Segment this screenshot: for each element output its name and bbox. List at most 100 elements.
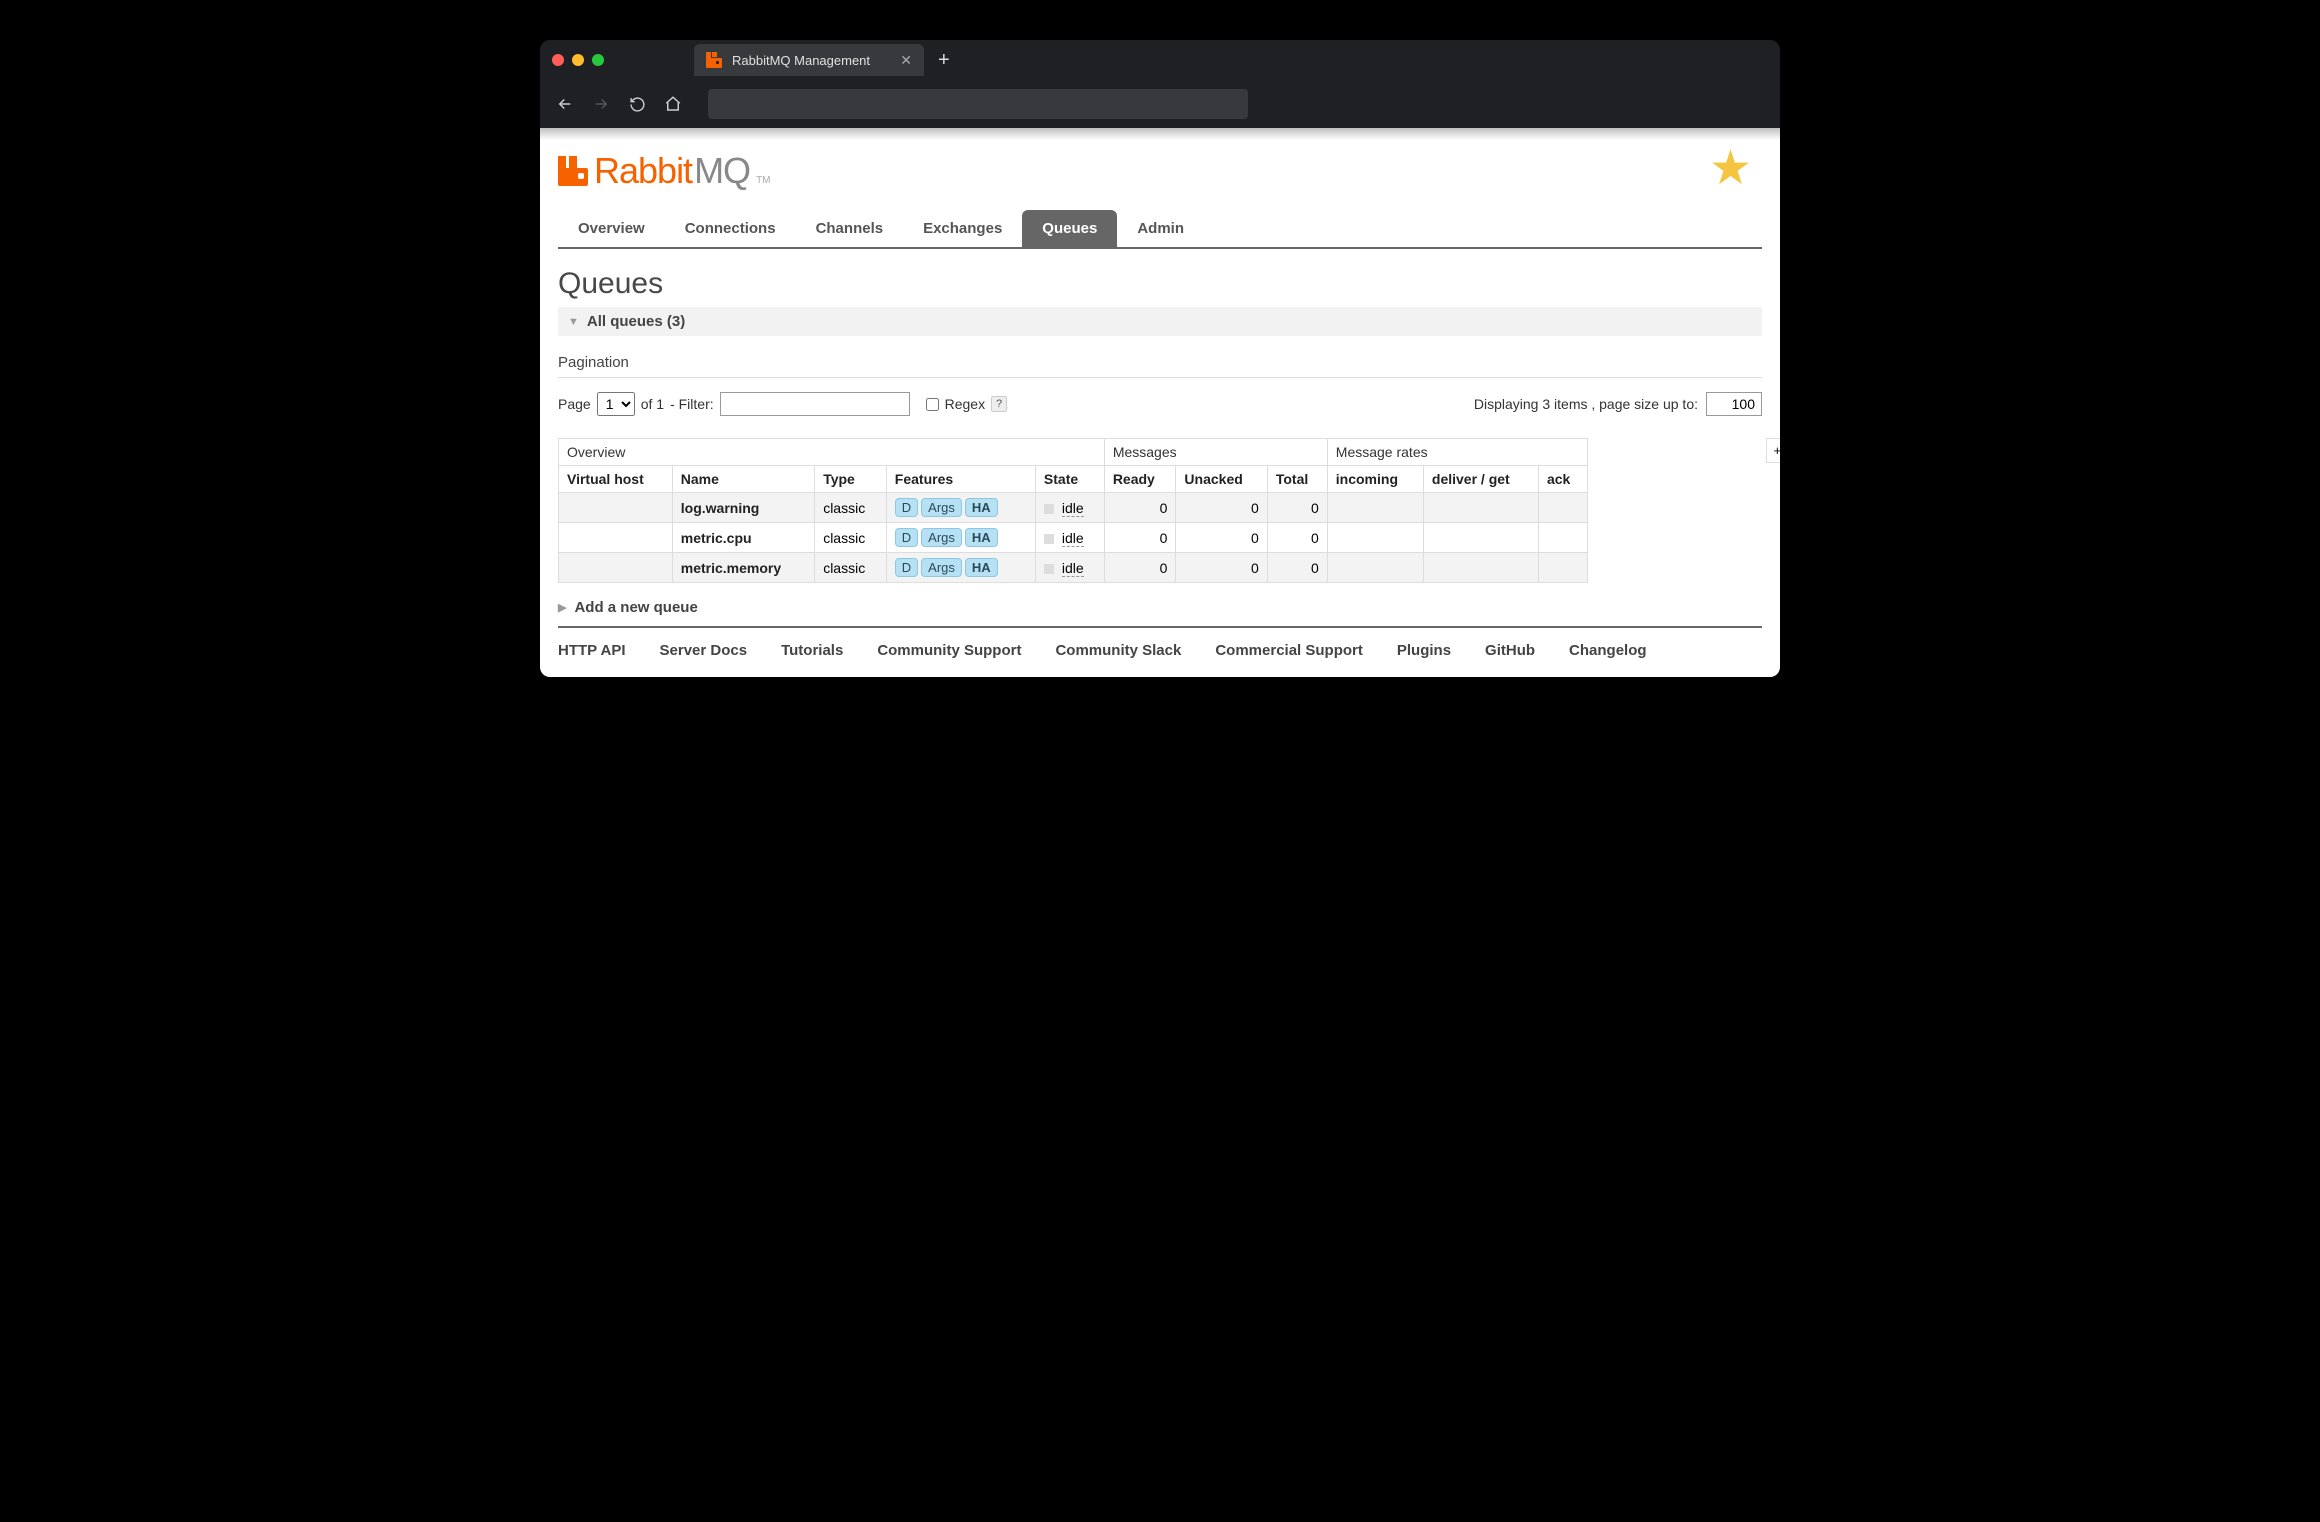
- cell-name[interactable]: metric.cpu: [672, 523, 814, 553]
- window-controls: [552, 54, 604, 66]
- col-ready[interactable]: Ready: [1104, 466, 1176, 493]
- add-queue-label: Add a new queue: [574, 599, 697, 616]
- pagination-label: Pagination: [558, 354, 1762, 378]
- cell-type: classic: [815, 553, 887, 583]
- col-total[interactable]: Total: [1267, 466, 1327, 493]
- feature-badge: Args: [921, 528, 962, 547]
- url-bar[interactable]: [708, 89, 1248, 119]
- queues-table: Overview Messages Message rates Virtual …: [558, 438, 1588, 583]
- cell-name[interactable]: log.warning: [672, 493, 814, 523]
- feature-badge: D: [895, 558, 918, 577]
- cell-ack: [1538, 523, 1587, 553]
- tab-close-icon[interactable]: ✕: [900, 52, 912, 69]
- cell-total: 0: [1267, 523, 1327, 553]
- page-label: Page: [558, 396, 591, 412]
- browser-tab[interactable]: RabbitMQ Management ✕: [694, 44, 924, 76]
- feature-badge: Args: [921, 498, 962, 517]
- rabbitmq-favicon-icon: [706, 52, 722, 68]
- cell-incoming: [1327, 523, 1423, 553]
- triangle-down-icon: ▼: [568, 316, 579, 328]
- col-unacked[interactable]: Unacked: [1176, 466, 1267, 493]
- table-row: log.warningclassicDArgsHAidle000: [559, 493, 1588, 523]
- cell-deliver: [1423, 493, 1538, 523]
- group-header-rates: Message rates: [1327, 439, 1587, 466]
- home-icon[interactable]: [664, 95, 682, 113]
- page-content: RabbitMQ TM ★ Overview Connections Chann…: [540, 128, 1780, 677]
- cell-ack: [1538, 493, 1587, 523]
- all-queues-header[interactable]: ▼ All queues (3): [558, 307, 1762, 336]
- columns-toggle-button[interactable]: +/-: [1766, 438, 1780, 463]
- add-queue-toggle[interactable]: ▶ Add a new queue: [558, 599, 1762, 616]
- table-row: metric.cpuclassicDArgsHAidle000: [559, 523, 1588, 553]
- page-size-input[interactable]: [1706, 392, 1762, 416]
- logo-tm: TM: [756, 175, 770, 186]
- footer-plugins[interactable]: Plugins: [1397, 642, 1451, 659]
- browser-toolbar: [540, 80, 1780, 128]
- browser-tab-title: RabbitMQ Management: [732, 53, 890, 68]
- regex-help-icon[interactable]: ?: [991, 396, 1007, 412]
- feature-badge: HA: [965, 558, 998, 577]
- cell-ready: 0: [1104, 493, 1176, 523]
- col-type[interactable]: Type: [815, 466, 887, 493]
- cell-ack: [1538, 553, 1587, 583]
- col-deliver[interactable]: deliver / get: [1423, 466, 1538, 493]
- nav-admin[interactable]: Admin: [1117, 210, 1204, 247]
- reload-icon[interactable]: [628, 95, 646, 113]
- footer-links: HTTP API Server Docs Tutorials Community…: [558, 626, 1762, 677]
- window-close-button[interactable]: [552, 54, 564, 66]
- footer-changelog[interactable]: Changelog: [1569, 642, 1647, 659]
- footer-community-slack[interactable]: Community Slack: [1055, 642, 1181, 659]
- col-ack[interactable]: ack: [1538, 466, 1587, 493]
- nav-overview[interactable]: Overview: [558, 210, 665, 247]
- state-dot-icon: [1044, 534, 1054, 544]
- cell-total: 0: [1267, 493, 1327, 523]
- window-zoom-button[interactable]: [592, 54, 604, 66]
- filter-input[interactable]: [720, 392, 910, 416]
- cell-vhost: [559, 493, 673, 523]
- rabbitmq-logo[interactable]: RabbitMQ TM: [558, 150, 771, 192]
- footer-community-support[interactable]: Community Support: [877, 642, 1021, 659]
- col-features[interactable]: Features: [886, 466, 1035, 493]
- main-nav: Overview Connections Channels Exchanges …: [558, 210, 1762, 249]
- cell-state: idle: [1035, 493, 1104, 523]
- rabbitmq-logo-icon: [558, 156, 588, 186]
- forward-icon[interactable]: [592, 95, 610, 113]
- cell-total: 0: [1267, 553, 1327, 583]
- new-tab-button[interactable]: +: [938, 49, 950, 72]
- cell-features: DArgsHA: [886, 523, 1035, 553]
- logo-text-mq: MQ: [694, 150, 750, 192]
- all-queues-label: All queues (3): [587, 313, 685, 330]
- star-icon[interactable]: ★: [1709, 140, 1752, 196]
- cell-state: idle: [1035, 553, 1104, 583]
- state-dot-icon: [1044, 564, 1054, 574]
- col-incoming[interactable]: incoming: [1327, 466, 1423, 493]
- nav-exchanges[interactable]: Exchanges: [903, 210, 1022, 247]
- col-name[interactable]: Name: [672, 466, 814, 493]
- footer-server-docs[interactable]: Server Docs: [660, 642, 748, 659]
- col-vhost[interactable]: Virtual host: [559, 466, 673, 493]
- page-select[interactable]: 1: [597, 392, 635, 416]
- footer-http-api[interactable]: HTTP API: [558, 642, 626, 659]
- feature-badge: D: [895, 528, 918, 547]
- cell-unacked: 0: [1176, 523, 1267, 553]
- group-header-messages: Messages: [1104, 439, 1327, 466]
- cell-type: classic: [815, 493, 887, 523]
- cell-ready: 0: [1104, 553, 1176, 583]
- regex-checkbox[interactable]: [926, 398, 939, 411]
- cell-type: classic: [815, 523, 887, 553]
- group-header-overview: Overview: [559, 439, 1105, 466]
- footer-github[interactable]: GitHub: [1485, 642, 1535, 659]
- col-state[interactable]: State: [1035, 466, 1104, 493]
- window-minimize-button[interactable]: [572, 54, 584, 66]
- nav-connections[interactable]: Connections: [665, 210, 796, 247]
- nav-channels[interactable]: Channels: [796, 210, 904, 247]
- page-title: Queues: [558, 267, 1762, 301]
- nav-queues[interactable]: Queues: [1022, 210, 1117, 247]
- pager-row: Page 1 of 1 - Filter: Regex ? Displaying…: [558, 392, 1762, 416]
- footer-commercial-support[interactable]: Commercial Support: [1215, 642, 1363, 659]
- filter-label: - Filter:: [670, 396, 714, 412]
- cell-name[interactable]: metric.memory: [672, 553, 814, 583]
- back-icon[interactable]: [556, 95, 574, 113]
- feature-badge: HA: [965, 528, 998, 547]
- footer-tutorials[interactable]: Tutorials: [781, 642, 843, 659]
